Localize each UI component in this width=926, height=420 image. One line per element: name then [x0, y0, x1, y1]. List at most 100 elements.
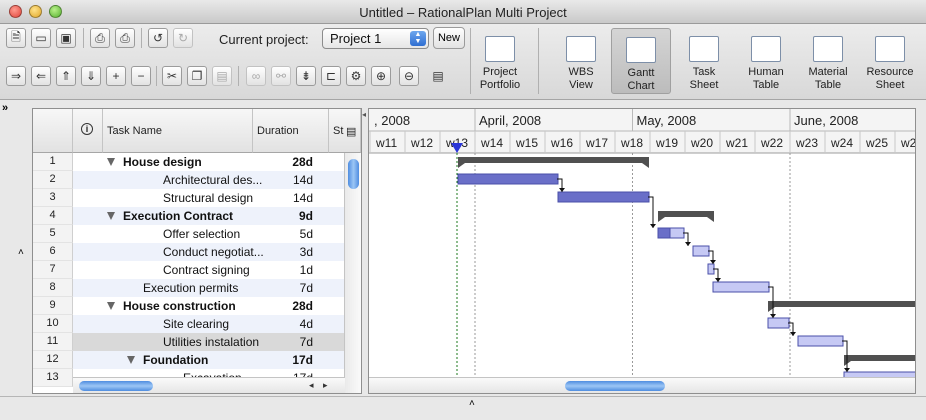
view-task-sheet-button[interactable]: Task Sheet	[674, 28, 734, 94]
copy-icon[interactable]: ❐	[187, 66, 207, 86]
scroll-thumb[interactable]	[79, 381, 153, 391]
task-bar[interactable]	[797, 335, 844, 347]
summary-bar[interactable]	[844, 355, 916, 361]
task-name-cell[interactable]: Site clearing	[163, 317, 229, 331]
save-icon[interactable]: ▣	[56, 28, 76, 48]
indent-right-icon[interactable]: ⇒	[6, 66, 26, 86]
duration-cell[interactable]: 28d	[292, 155, 313, 169]
column-chooser-icon[interactable]: ▤	[344, 109, 361, 153]
collapse-triangle-icon[interactable]	[107, 212, 115, 220]
scroll-thumb[interactable]	[348, 159, 359, 189]
view-project-portfolio-button[interactable]: Project Portfolio	[470, 28, 530, 94]
view-wbs-button[interactable]: WBS View	[551, 28, 611, 94]
duration-cell[interactable]: 5d	[300, 227, 313, 241]
duration-cell[interactable]: 14d	[293, 173, 313, 187]
task-name-cell[interactable]: House design	[123, 155, 202, 169]
task-name-cell[interactable]: Execution permits	[143, 281, 238, 295]
view-material-table-button[interactable]: Material Table	[798, 28, 858, 94]
summary-bar[interactable]	[658, 211, 714, 217]
scroll-thumb[interactable]	[565, 381, 665, 391]
task-name-header[interactable]: Task Name	[103, 109, 253, 153]
task-name-cell[interactable]: Foundation	[143, 353, 208, 367]
table-row[interactable]: 6 Conduct negotiat... 3d	[33, 243, 345, 261]
view-gantt-chart-button[interactable]: Gantt Chart	[611, 28, 671, 94]
duration-cell[interactable]: 3d	[300, 245, 313, 259]
task-name-cell[interactable]: Structural design	[163, 191, 253, 205]
row-number[interactable]: 13	[33, 369, 73, 387]
summary-bar[interactable]	[768, 301, 916, 307]
move-down-icon[interactable]: ⇓	[81, 66, 101, 86]
table-row[interactable]: 9 House construction 28d	[33, 297, 345, 315]
collapse-triangle-icon[interactable]	[107, 302, 115, 310]
task-bar[interactable]	[712, 281, 770, 293]
print-icon[interactable]: ⎙	[90, 28, 110, 48]
split-task-icon[interactable]: ⇟	[296, 66, 316, 86]
duration-cell[interactable]: 17d	[292, 353, 313, 367]
new-document-icon[interactable]: 🗎	[6, 28, 26, 48]
row-number[interactable]: 3	[33, 189, 73, 207]
task-bar[interactable]	[692, 245, 710, 257]
table-row[interactable]: 1 House design 28d	[33, 153, 345, 171]
critical-path-icon[interactable]: ⊏	[321, 66, 341, 86]
duration-cell[interactable]: 14d	[293, 191, 313, 205]
table-row[interactable]: 2 Architectural des... 14d	[33, 171, 345, 189]
task-name-cell[interactable]: Architectural des...	[163, 173, 262, 187]
row-number[interactable]: 9	[33, 297, 73, 315]
task-name-cell[interactable]: Offer selection	[163, 227, 240, 241]
task-name-cell[interactable]: Execution Contract	[123, 209, 233, 223]
remove-task-icon[interactable]: −	[131, 66, 151, 86]
info-column-header[interactable]: i	[73, 109, 103, 153]
table-row[interactable]: 10 Site clearing 4d	[33, 315, 345, 333]
task-name-cell[interactable]: House construction	[123, 299, 236, 313]
resize-handle-icon[interactable]: ˄	[469, 398, 475, 409]
row-number[interactable]: 4	[33, 207, 73, 225]
assign-resources-icon[interactable]: ⚙	[346, 66, 366, 86]
add-task-icon[interactable]: +	[106, 66, 126, 86]
current-project-select[interactable]: Project 1 ▲ ▼	[322, 28, 429, 49]
task-bar[interactable]	[457, 173, 559, 185]
table-row[interactable]: 8 Execution permits 7d	[33, 279, 345, 297]
zoom-out-icon[interactable]: ⊖	[399, 66, 419, 86]
cut-icon[interactable]: ✂	[162, 66, 182, 86]
summary-bar[interactable]	[458, 157, 649, 163]
move-up-icon[interactable]: ⇑	[56, 66, 76, 86]
row-number[interactable]: 12	[33, 351, 73, 369]
duration-cell[interactable]: 28d	[292, 299, 313, 313]
undo-icon[interactable]: ↺	[148, 28, 168, 48]
notes-icon[interactable]: ▤	[428, 66, 448, 86]
table-row[interactable]: 5 Offer selection 5d	[33, 225, 345, 243]
table-horizontal-scrollbar[interactable]: ◂ ▸	[73, 377, 345, 393]
duration-cell[interactable]: 1d	[300, 263, 313, 277]
outdent-left-icon[interactable]: ⇐	[31, 66, 51, 86]
duration-header[interactable]: Duration	[253, 109, 329, 153]
row-number[interactable]: 1	[33, 153, 73, 171]
scroll-left-icon[interactable]: ◂	[309, 380, 314, 391]
duration-cell[interactable]: 4d	[300, 317, 313, 331]
scroll-right-icon[interactable]: ▸	[323, 380, 328, 391]
row-number[interactable]: 6	[33, 243, 73, 261]
open-folder-icon[interactable]: ▭	[31, 28, 51, 48]
duration-cell[interactable]: 9d	[299, 209, 313, 223]
zoom-in-icon[interactable]: ⊕	[371, 66, 391, 86]
task-bar[interactable]	[767, 317, 790, 329]
table-row[interactable]: 3 Structural design 14d	[33, 189, 345, 207]
row-number[interactable]: 7	[33, 261, 73, 279]
duration-cell[interactable]: 7d	[300, 335, 313, 349]
table-row[interactable]: 4 Execution Contract 9d	[33, 207, 345, 225]
collapse-triangle-icon[interactable]	[127, 356, 135, 364]
start-header[interactable]: St	[329, 109, 345, 153]
new-project-button[interactable]: New	[433, 27, 465, 49]
view-resource-sheet-button[interactable]: Resource Sheet	[860, 28, 920, 94]
gantt-horizontal-scrollbar[interactable]	[369, 377, 915, 393]
table-vertical-scrollbar[interactable]	[344, 153, 361, 393]
row-number[interactable]: 10	[33, 315, 73, 333]
row-number[interactable]: 2	[33, 171, 73, 189]
task-name-cell[interactable]: Conduct negotiat...	[163, 245, 264, 259]
duration-cell[interactable]: 7d	[300, 281, 313, 295]
task-name-cell[interactable]: Utilities instalation	[163, 335, 259, 349]
print-preview-icon[interactable]: ⎙	[115, 28, 135, 48]
splitter-icon[interactable]: ◂	[362, 110, 366, 119]
view-human-table-button[interactable]: Human Table	[736, 28, 796, 94]
table-row[interactable]: 11 Utilities instalation 7d	[33, 333, 345, 351]
row-number[interactable]: 8	[33, 279, 73, 297]
